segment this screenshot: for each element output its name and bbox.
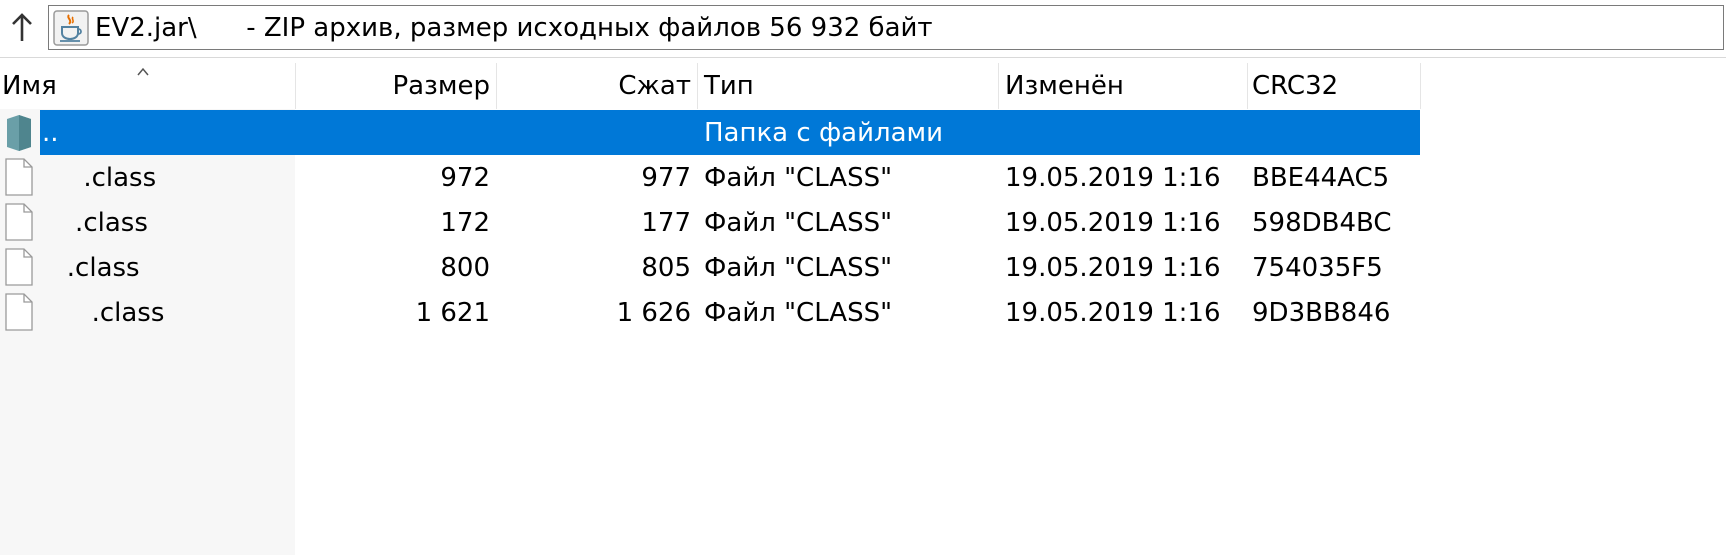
file-icon [5,248,33,286]
column-label-size: Размер [392,71,490,101]
file-icon [5,158,33,196]
cell-modified: 19.05.2019 1:16 [1005,162,1221,193]
column-header-type[interactable]: Тип [698,63,998,109]
list-item[interactable]: .class 972 977 Файл "CLASS" 19.05.2019 1… [0,155,1420,200]
cell-crc [1252,110,1420,155]
cell-modified: 19.05.2019 1:16 [1005,207,1221,238]
cell-name: .class [42,252,140,283]
cell-packed: 1 626 [616,297,691,328]
java-jar-icon [52,9,90,47]
cell-name: .class [42,162,157,193]
column-header-modified[interactable]: Изменён [999,63,1247,109]
cell-size: 800 [440,252,490,283]
cell-crc: 754035F5 [1252,252,1383,283]
cell-type: Файл "CLASS" [704,207,893,238]
cell-modified: 19.05.2019 1:16 [1005,297,1221,328]
cell-size: 972 [440,162,490,193]
column-header: Имя Размер Сжат Тип Изменён CRC32 [0,63,1726,109]
cell-type: Файл "CLASS" [704,252,893,283]
column-header-packed[interactable]: Сжат [497,63,697,109]
archive-file-manager: EV2.jar\ - ZIP архив, размер исходных фа… [0,0,1726,555]
address-bar: EV2.jar\ - ZIP архив, размер исходных фа… [0,0,1726,58]
cell-size: 1 621 [415,297,490,328]
cell-packed: 177 [641,207,691,238]
cell-modified [1005,110,1247,155]
path-field[interactable]: EV2.jar\ - ZIP архив, размер исходных фа… [48,5,1724,50]
column-header-size[interactable]: Размер [296,63,496,109]
column-label-name: Имя [2,71,57,101]
cell-packed [497,110,697,155]
cell-name: .. [42,117,59,148]
cell-type: Файл "CLASS" [704,162,893,193]
cell-crc: BBE44AC5 [1252,162,1390,193]
file-icon [5,203,33,241]
cell-packed: 805 [641,252,691,283]
cell-size: 172 [440,207,490,238]
column-label-type: Тип [704,71,754,101]
column-label-crc: CRC32 [1252,71,1339,101]
cell-size [296,110,496,155]
folder-icon [7,115,31,151]
column-header-crc[interactable]: CRC32 [1248,63,1420,109]
file-icon [5,293,33,331]
column-label-packed: Сжат [618,71,691,101]
cell-packed: 977 [641,162,691,193]
cell-type: Файл "CLASS" [704,297,893,328]
list-item[interactable]: .class 172 177 Файл "CLASS" 19.05.2019 1… [0,200,1420,245]
path-text: EV2.jar\ - ZIP архив, размер исходных фа… [95,12,933,43]
arrow-up-icon [12,13,32,41]
up-folder-button[interactable] [6,10,38,46]
cell-name: .class [42,207,148,238]
sort-ascending-icon [137,67,149,76]
list-item-parent-folder[interactable]: .. Папка с файлами [0,110,1420,155]
column-label-modified: Изменён [1005,71,1124,101]
cell-crc: 9D3BB846 [1252,297,1391,328]
column-separator[interactable] [1420,63,1421,109]
cell-modified: 19.05.2019 1:16 [1005,252,1221,283]
cell-name: .class [42,297,165,328]
list-item[interactable]: .class 800 805 Файл "CLASS" 19.05.2019 1… [0,245,1420,290]
cell-crc: 598DB4BC [1252,207,1392,238]
cell-type: Папка с файлами [704,117,944,148]
list-item[interactable]: .class 1 621 1 626 Файл "CLASS" 19.05.20… [0,290,1420,335]
